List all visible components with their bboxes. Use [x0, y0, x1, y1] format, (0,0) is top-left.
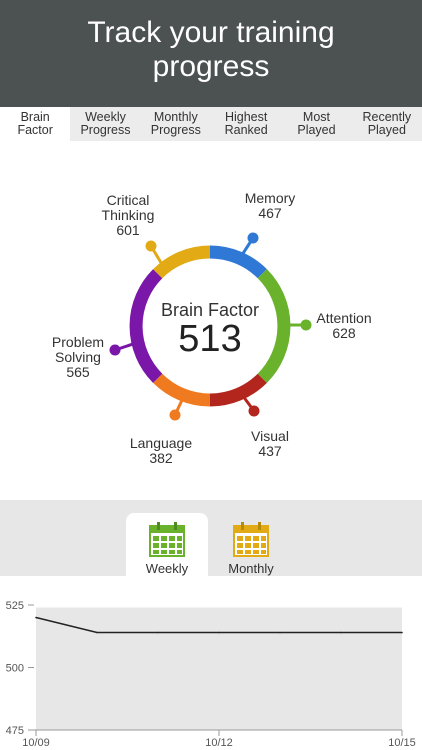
tab-label-line2: Played	[367, 123, 406, 137]
data-point	[218, 631, 220, 634]
banner-title: Track your training progress	[0, 16, 422, 84]
pin-head-critical-thinking	[145, 240, 157, 252]
skill-score: 601	[116, 222, 140, 238]
x-tick-label: 10/15	[388, 737, 416, 749]
label-attention: Attention 628	[306, 311, 382, 341]
skill-name: Language	[129, 435, 193, 451]
pin-head-visual	[248, 405, 260, 417]
skill-name: Visual	[251, 428, 289, 444]
tab-monthly-progress[interactable]: Monthly Progress	[141, 107, 211, 141]
calendar-icon	[149, 522, 185, 557]
tab-recently-played[interactable]: Recently Played	[352, 107, 422, 141]
tab-weekly[interactable]: Weekly	[126, 513, 208, 576]
data-point	[157, 631, 159, 634]
data-point	[401, 631, 403, 634]
data-point	[96, 631, 98, 634]
pin-head-language	[169, 409, 181, 421]
skill-score: 467	[258, 205, 282, 221]
pin-head-memory	[247, 232, 259, 244]
skill-name: Attention	[316, 310, 372, 326]
tab-label-line1: Highest	[224, 110, 268, 124]
tab-brain-factor[interactable]: Brain Factor	[0, 107, 71, 141]
tab-monthly[interactable]: Monthly	[210, 513, 292, 576]
skill-name-line2: Thinking	[101, 207, 155, 223]
y-tick-label: 475	[6, 725, 24, 737]
data-point	[340, 631, 342, 634]
label-critical-thinking: Critical Thinking 601	[92, 193, 164, 238]
skill-name: Memory	[244, 190, 296, 206]
data-point	[35, 616, 37, 619]
data-point	[279, 631, 281, 634]
tab-label-line1: Monthly	[153, 110, 198, 124]
tab-label-line1: Recently	[362, 110, 412, 124]
tab-weekly-progress[interactable]: Weekly Progress	[70, 107, 140, 141]
segment-language[interactable]	[153, 373, 211, 407]
tab-label-line1: Brain	[20, 110, 50, 124]
label-language: Language 382	[121, 436, 201, 466]
skill-score: 437	[258, 443, 282, 459]
skill-name: Critical	[106, 192, 150, 208]
y-tick-label: 500	[6, 663, 24, 675]
segment-critical-thinking[interactable]	[153, 245, 211, 279]
label-problem-solving: Problem Solving 565	[42, 335, 114, 380]
skill-score: 382	[149, 450, 173, 466]
tab-weekly-label: Weekly	[145, 561, 189, 576]
tab-most-played[interactable]: Most Played	[281, 107, 351, 141]
tab-label-line1: Most	[302, 110, 331, 124]
plot-area	[36, 607, 402, 730]
tab-label-line2: Played	[297, 123, 336, 137]
tab-monthly-label: Monthly	[228, 561, 274, 576]
promo-banner: Track your training progress	[0, 0, 422, 107]
x-tick-label: 10/09	[22, 737, 50, 749]
banner-title-line1: Track your training	[87, 16, 335, 49]
segment-memory[interactable]	[209, 245, 267, 279]
skill-name: Problem	[51, 334, 105, 350]
skill-name-line2: Solving	[55, 349, 101, 365]
tab-label-line2: Ranked	[224, 123, 268, 137]
progress-line-chart: 525 500 47510/09 10/12 10/15	[6, 600, 416, 749]
tab-label-line2: Factor	[17, 123, 53, 137]
y-tick-label: 525	[6, 600, 24, 612]
calendar-icon	[233, 522, 269, 557]
banner-title-line2: progress	[152, 50, 270, 83]
tab-highest-ranked[interactable]: Highest Ranked	[211, 107, 281, 141]
skill-score: 628	[332, 325, 356, 341]
segment-visual[interactable]	[209, 373, 267, 407]
tab-label-line1: Weekly	[85, 110, 126, 124]
skill-score: 565	[66, 364, 90, 380]
x-tick-label: 10/12	[205, 737, 233, 749]
tab-label-line2: Progress	[150, 123, 201, 137]
stats-tab-bar: Brain Factor Weekly Progress Monthly Progre…	[0, 107, 422, 141]
label-visual: Visual 437	[236, 429, 304, 459]
tab-label-line2: Progress	[80, 123, 131, 137]
brain-factor-score: 513	[178, 318, 242, 360]
label-memory: Memory 467	[232, 191, 308, 221]
